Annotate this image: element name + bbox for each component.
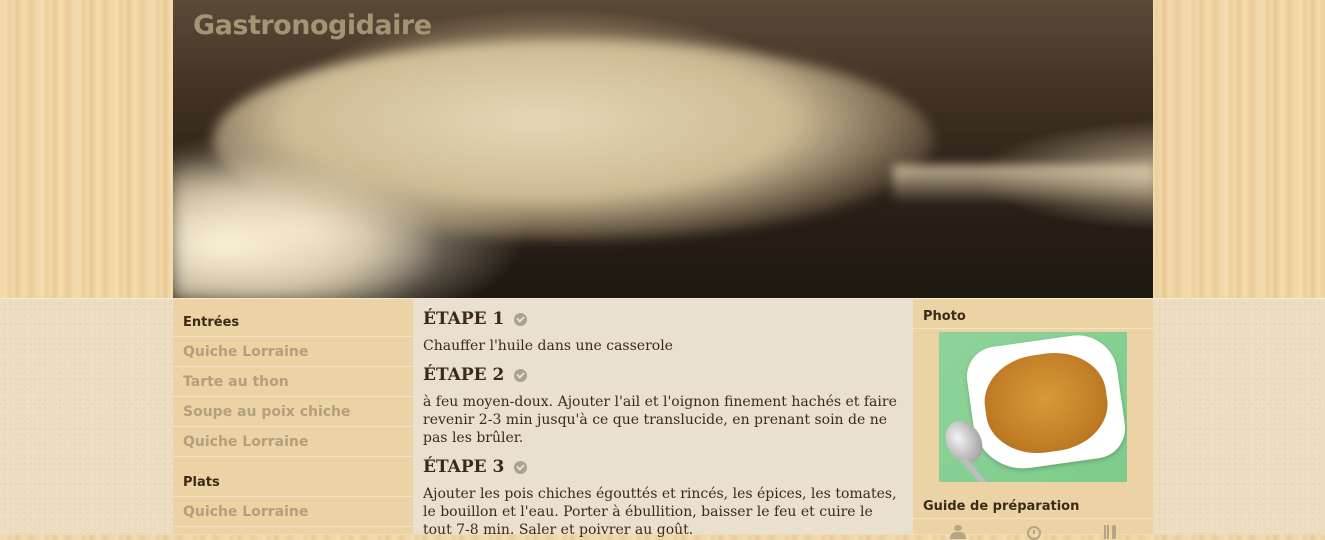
sidebar-section-title-entrees: Entrées bbox=[173, 299, 413, 337]
clock-icon bbox=[1027, 526, 1041, 540]
step-3-text: Ajouter les pois chiches égouttés et rin… bbox=[423, 486, 897, 538]
step-1-title: ÉTAPE 1 bbox=[423, 309, 505, 329]
sidebar-item-plats-quiche-lorraine[interactable]: Quiche Lorraine bbox=[173, 497, 413, 527]
cutlery-icon bbox=[1102, 525, 1118, 539]
photo-soup-shape bbox=[978, 345, 1114, 461]
users-icon bbox=[950, 525, 966, 539]
step-2-title: ÉTAPE 2 bbox=[423, 365, 505, 385]
sidebar-section-title-plats: Plats bbox=[173, 457, 413, 497]
recipe-photo bbox=[939, 332, 1127, 482]
guide-icons bbox=[913, 519, 1153, 540]
sidebar-item-soupe-au-poix-chiche[interactable]: Soupe au poix chiche bbox=[173, 397, 413, 427]
photo-title: Photo bbox=[913, 299, 1153, 329]
step-3-heading: ÉTAPE 3 bbox=[413, 447, 913, 477]
header-banner-image bbox=[173, 0, 1153, 298]
banner-bar-shape bbox=[893, 165, 1153, 200]
recipe-steps: ÉTAPE 1 Chauffer l'huile dans une casser… bbox=[413, 299, 913, 538]
photo-spoon-handle-shape bbox=[960, 456, 992, 482]
step-1-text: Chauffer l'huile dans une casserole bbox=[423, 338, 673, 354]
step-2-text: à feu moyen-doux. Ajouter l'ail et l'oig… bbox=[423, 394, 897, 446]
guide-title: Guide de préparation bbox=[913, 489, 1153, 519]
site-title[interactable]: Gastronogidaire bbox=[193, 10, 432, 41]
sidebar-item-tarte-au-thon[interactable]: Tarte au thon bbox=[173, 367, 413, 397]
sidebar-item-quiche-lorraine[interactable]: Quiche Lorraine bbox=[173, 337, 413, 367]
check-circle-icon[interactable] bbox=[514, 368, 528, 382]
preparation-guide: Guide de préparation bbox=[913, 489, 1153, 540]
step-3-title: ÉTAPE 3 bbox=[423, 457, 505, 477]
check-circle-icon[interactable] bbox=[514, 312, 528, 326]
recipe-sidebar: Entrées Quiche Lorraine Tarte au thon So… bbox=[173, 299, 413, 534]
recipe-info-sidebar: Photo Guide de préparation bbox=[913, 299, 1153, 540]
photo-bowl-shape bbox=[963, 332, 1127, 475]
check-circle-icon[interactable] bbox=[514, 460, 528, 474]
step-2-heading: ÉTAPE 2 bbox=[413, 355, 913, 385]
sidebar-item-quiche-lorraine-2[interactable]: Quiche Lorraine bbox=[173, 427, 413, 457]
step-1-heading: ÉTAPE 1 bbox=[413, 299, 913, 329]
banner-glow-shape bbox=[173, 160, 433, 298]
